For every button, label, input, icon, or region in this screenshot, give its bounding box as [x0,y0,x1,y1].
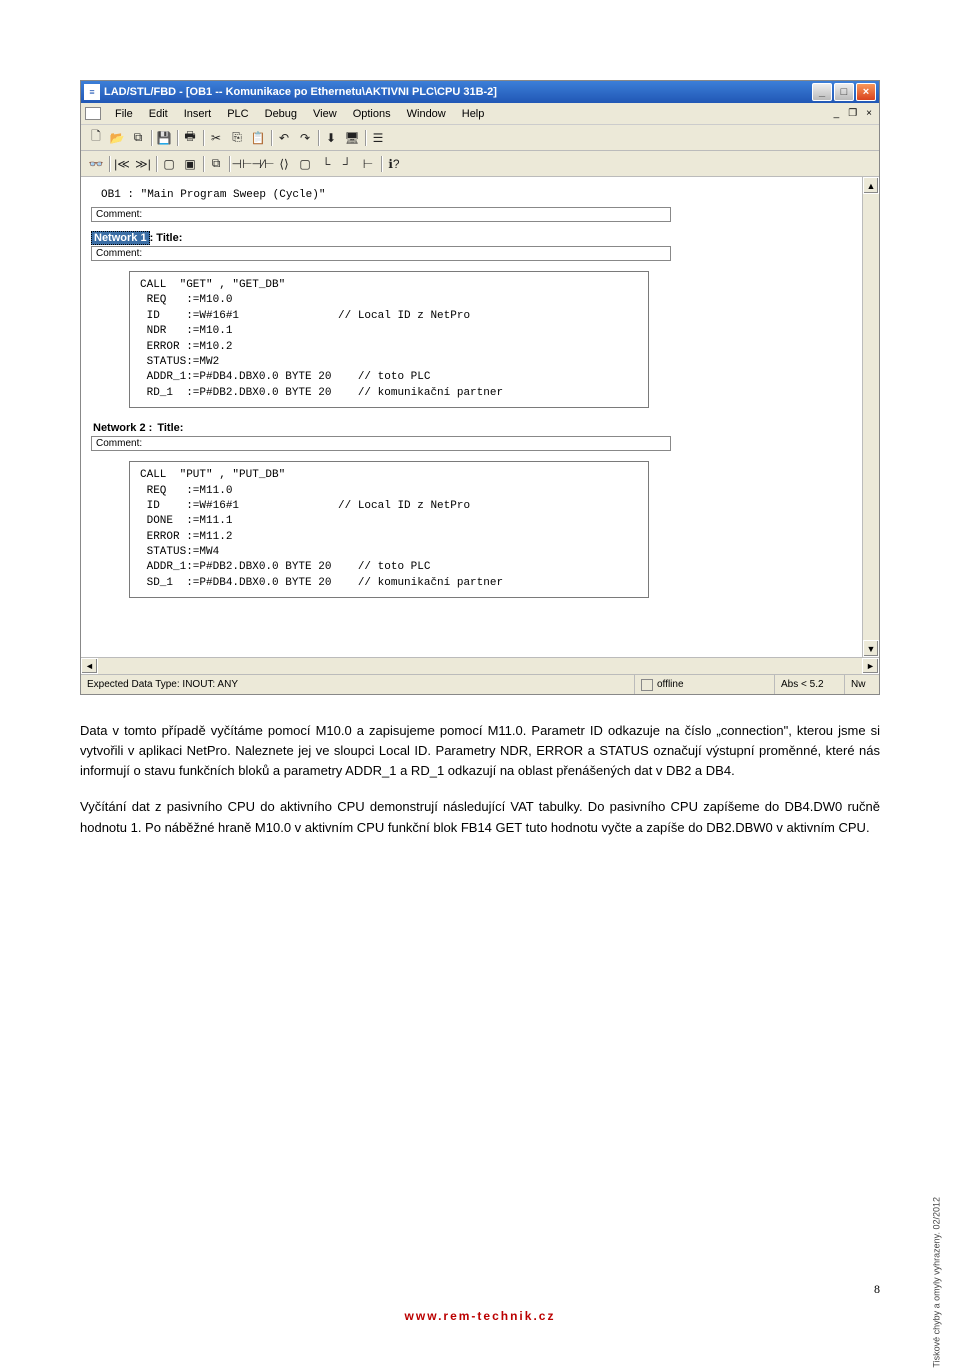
menubar: File Edit Insert PLC Debug View Options … [81,103,879,125]
menu-debug[interactable]: Debug [257,106,305,122]
separator [269,128,273,148]
toolbar-1: 🗋 📂 ⧉ 💾 🖶 ✂ ⎘ 📋 ↶ ↷ ⬇ 🖥 ☰ [81,125,879,151]
save-icon[interactable]: 💾 [154,128,174,148]
menu-edit[interactable]: Edit [141,106,176,122]
window-title: LAD/STL/FBD - [OB1 -- Komunikace po Ethe… [104,86,812,98]
download-icon[interactable]: ⬇ [321,128,341,148]
menu-plc[interactable]: PLC [219,106,256,122]
paragraph-2: Vyčítání dat z pasivního CPU do aktivníh… [80,797,880,837]
contact-icon[interactable]: ⊣⊢ [232,154,252,174]
network-2-title: Network 2 : Title: [91,422,852,434]
vertical-scrollbar[interactable]: ▲ ▼ [862,177,879,657]
menu-insert[interactable]: Insert [176,106,220,122]
menu-icon [85,107,101,120]
footer-url: www.rem-technik.cz [0,1309,960,1323]
maximize-button[interactable]: □ [834,83,854,101]
horizontal-scrollbar[interactable]: ◄ ► [81,657,879,674]
branch-close-icon[interactable]: ┘ [337,154,357,174]
ncontact-icon[interactable]: ⊣⁄⊢ [253,154,273,174]
separator [107,154,111,174]
mdi-close-button[interactable]: × [863,108,875,119]
separator [379,154,383,174]
toolbar-2: 👓 |≪ ≫| ▢ ▣ ⧉ ⊣⊢ ⊣⁄⊢ ⟨⟩ ▢ └ ┘ ⊢ ℹ? [81,151,879,177]
menu-help[interactable]: Help [454,106,493,122]
network-1-comment[interactable]: Comment: [91,246,671,261]
connection-icon[interactable]: ⊢ [358,154,378,174]
separator [363,128,367,148]
editor-area: OB1 : "Main Program Sweep (Cycle)" Comme… [81,177,879,657]
menu-window[interactable]: Window [399,106,454,122]
monitor-icon[interactable]: 🖥 [342,128,362,148]
status-abs: Abs < 5.2 [775,675,845,694]
close-button[interactable]: × [856,83,876,101]
status-expected-type: Expected Data Type: INOUT: ANY [81,675,635,694]
copy-icon[interactable]: ⎘ [227,128,247,148]
page-number: 8 [874,1282,880,1297]
network-1-code[interactable]: CALL "GET" , "GET_DB" REQ :=M10.0 ID :=W… [129,271,649,408]
separator [227,154,231,174]
undo-icon[interactable]: ↶ [274,128,294,148]
ob-header: OB1 : "Main Program Sweep (Cycle)" [91,185,852,205]
app-icon: ≡ [84,84,100,100]
titlebar: ≡ LAD/STL/FBD - [OB1 -- Komunikace po Et… [81,81,879,103]
category-icon[interactable]: ⧉ [128,128,148,148]
minimize-button[interactable]: _ [812,83,832,101]
cut-icon[interactable]: ✂ [206,128,226,148]
network-1-title: Network 1: Title: [91,232,852,244]
redo-icon[interactable]: ↷ [295,128,315,148]
menu-options[interactable]: Options [345,106,399,122]
next-icon[interactable]: ≫| [133,154,153,174]
status-offline: offline [635,675,775,694]
paragraph-1: Data v tomto případě vyčítáme pomocí M10… [80,721,880,781]
paste-icon[interactable]: 📋 [248,128,268,148]
mdi-restore-button[interactable]: ❐ [845,108,860,119]
coil-icon[interactable]: ⟨⟩ [274,154,294,174]
scroll-right-icon[interactable]: ► [862,658,879,674]
comment-box[interactable]: Comment: [91,207,671,222]
separator [201,154,205,174]
branch-open-icon[interactable]: └ [316,154,336,174]
network-2-code[interactable]: CALL "PUT" , "PUT_DB" REQ :=M11.0 ID :=W… [129,461,649,598]
scroll-down-icon[interactable]: ▼ [863,640,879,657]
menu-file[interactable]: File [107,106,141,122]
side-note: Tiskové chyby a omyly vyhrazeny. 02/2012 [932,1197,942,1368]
new-network-icon[interactable]: ⧉ [206,154,226,174]
menu-view[interactable]: View [305,106,345,122]
network-1-label[interactable]: Network 1 [91,231,150,245]
separator [316,128,320,148]
open-icon[interactable]: 📂 [107,128,127,148]
scroll-track[interactable] [98,658,862,674]
box-icon[interactable]: ▢ [295,154,315,174]
separator [149,128,153,148]
scroll-track[interactable] [863,194,879,640]
separator [175,128,179,148]
glasses-icon[interactable]: 👓 [86,154,106,174]
network-2-label[interactable]: Network 2 : [91,422,154,434]
print-icon[interactable]: 🖶 [180,128,200,148]
scroll-up-icon[interactable]: ▲ [863,177,879,194]
catalog-icon[interactable]: ☰ [368,128,388,148]
mdi-minimize-button[interactable]: _ [831,108,843,119]
separator [154,154,158,174]
new-icon[interactable]: 🗋 [86,128,106,148]
status-bar: Expected Data Type: INOUT: ANY offline A… [81,674,879,694]
help-icon[interactable]: ℹ? [384,154,404,174]
app-window: ≡ LAD/STL/FBD - [OB1 -- Komunikace po Et… [80,80,880,695]
view2-icon[interactable]: ▣ [180,154,200,174]
scroll-left-icon[interactable]: ◄ [81,658,98,674]
view1-icon[interactable]: ▢ [159,154,179,174]
document-body: Data v tomto případě vyčítáme pomocí M10… [80,721,880,838]
network-2-comment[interactable]: Comment: [91,436,671,451]
status-nw: Nw [845,675,879,694]
prev-icon[interactable]: |≪ [112,154,132,174]
separator [201,128,205,148]
offline-icon [641,679,653,691]
